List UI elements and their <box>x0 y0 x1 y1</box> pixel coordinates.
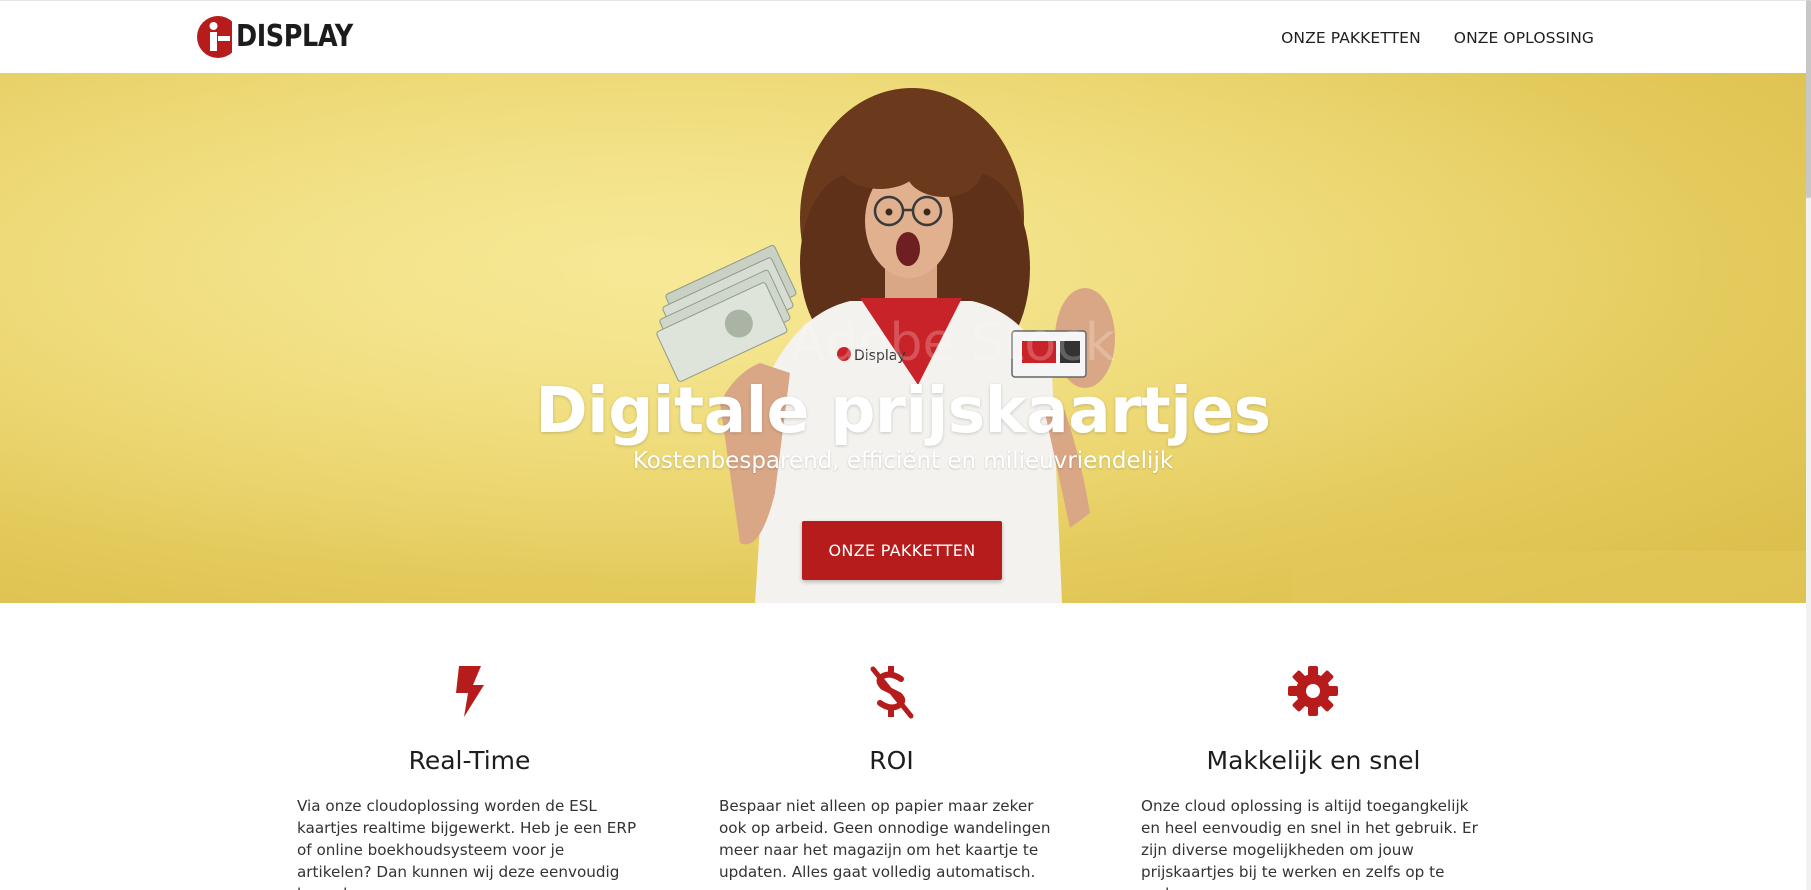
logo-mark-icon <box>197 15 240 59</box>
hero-title: Digitale prijskaartjes <box>535 374 1271 447</box>
onze-pakketten-button[interactable]: ONZE PAKKETTEN <box>802 521 1002 580</box>
no-dollar-icon <box>870 666 914 719</box>
watermark-text: Adobe Stock <box>790 313 1115 373</box>
feature-title: Real-Time <box>408 746 531 775</box>
feature-text: Onze cloud oplossing is altijd toegangke… <box>1141 797 1478 890</box>
hero-banner: Display Adobe Stock Digitale prijskaartj… <box>0 73 1806 603</box>
page: DISPLAY ONZE PAKKETTEN ONZE OPLOSSING Di… <box>0 0 1811 890</box>
nav-onze-oplossing[interactable]: ONZE OPLOSSING <box>1454 29 1594 47</box>
feature-text: Bespaar niet alleen op papier maar zeker… <box>719 797 1051 881</box>
feature-title: ROI <box>869 746 914 775</box>
hero-subtitle: Kostenbesparend, efficiënt en milieuvrie… <box>632 448 1174 474</box>
gear-icon <box>1288 666 1338 716</box>
lightning-bolt-icon <box>456 666 484 717</box>
page-scrollbar[interactable] <box>1806 0 1811 890</box>
main-nav: ONZE PAKKETTEN ONZE OPLOSSING <box>1281 1 1594 74</box>
scrollbar-thumb[interactable] <box>1806 0 1811 198</box>
feature-text: Via onze cloudoplossing worden de ESL ka… <box>297 797 637 890</box>
site-header: DISPLAY ONZE PAKKETTEN ONZE OPLOSSING <box>0 0 1806 73</box>
feature-title: Makkelijk en snel <box>1206 746 1421 775</box>
logo[interactable]: DISPLAY <box>196 15 373 59</box>
features-section: Real-Time Via onze cloudoplossing worden… <box>0 603 1806 890</box>
logo-text: DISPLAY <box>236 19 353 54</box>
nav-onze-pakketten[interactable]: ONZE PAKKETTEN <box>1281 29 1421 47</box>
